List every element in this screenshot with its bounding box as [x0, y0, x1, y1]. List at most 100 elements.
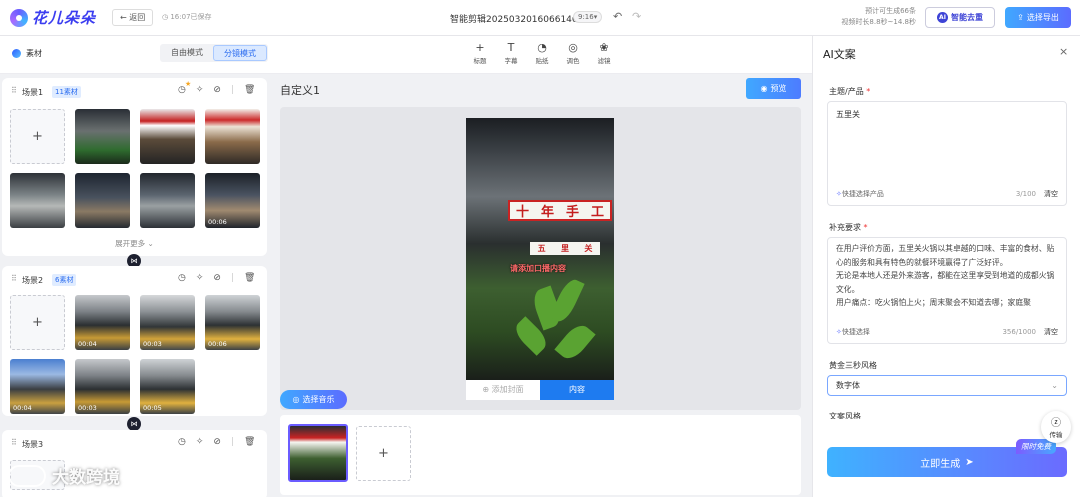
save-status: ◷ 16:07已保存	[162, 12, 212, 22]
preview-button[interactable]: ◉ 预览	[746, 78, 801, 99]
topic-char-count: 3/100	[1015, 190, 1036, 198]
required-mark: *	[863, 223, 868, 232]
trash-icon[interactable]: 🗑	[244, 273, 255, 283]
transfer-button[interactable]: ⓩ 传输	[1041, 411, 1071, 443]
quick-select-product[interactable]: 快捷选择产品	[842, 189, 884, 199]
store-sign: 十 年 手 工	[508, 200, 612, 221]
redo-icon[interactable]: ↷	[632, 10, 641, 23]
scene-title: 场景2	[22, 276, 44, 285]
store-sign-small: 五 里 关	[530, 242, 600, 255]
close-icon[interactable]: ×	[1059, 45, 1068, 58]
transfer-icon: ⓩ	[1051, 418, 1061, 429]
drag-handle-icon[interactable]: ⠿	[11, 438, 17, 447]
panel-title: AI文案	[823, 48, 856, 61]
material-thumbnail[interactable]	[75, 173, 130, 228]
scene-actions: ◷ ✧ ⊘ | 🗑	[178, 273, 255, 283]
preview-stage: 十 年 手 工 五 里 关 请添加口播内容 ⊕ 添加封面 内容	[280, 107, 801, 410]
clip-duration: 00:03	[78, 404, 97, 412]
add-material-button[interactable]: +	[10, 109, 65, 164]
preview-label: 预览	[770, 84, 787, 93]
material-tab[interactable]: 素材	[12, 48, 42, 59]
ai-dedupe-button[interactable]: AI 智能去重	[925, 7, 995, 28]
material-thumbnail[interactable]	[140, 173, 195, 228]
play-icon: ➤	[965, 456, 974, 468]
material-thumbnail[interactable]	[205, 109, 260, 164]
scene-header: ⠿ 场景2 6素材 ◷ ✧ ⊘ | 🗑	[2, 266, 267, 292]
document-title[interactable]: 智能剪辑2025032016066146	[450, 12, 578, 25]
tool-title[interactable]: + 标题	[470, 41, 490, 65]
timer-icon[interactable]: ◷	[178, 273, 186, 283]
select-music-button[interactable]: ◎ 选择音乐	[280, 390, 347, 409]
transfer-label: 传输	[1049, 431, 1063, 439]
trash-icon[interactable]: 🗑	[244, 437, 255, 447]
material-thumbnail[interactable]: 00:06	[205, 173, 260, 228]
copy-style-label: 文案风格	[829, 412, 861, 419]
plus-icon: +	[475, 41, 485, 54]
supplement-input[interactable]: 在用户评价方面，五里关火锅以其卓越的口味、丰富的食材、贴心的服务和具有特色的就餐…	[827, 237, 1067, 344]
plus-icon: +	[378, 446, 389, 461]
app-logo[interactable]: 花儿朵朵	[10, 7, 96, 28]
plus-icon: +	[32, 315, 43, 330]
magic-icon[interactable]: ✧	[196, 437, 204, 447]
tab-add-cover[interactable]: ⊕ 添加封面	[466, 380, 540, 400]
add-clip-button[interactable]: +	[356, 426, 411, 481]
material-thumbnail[interactable]	[10, 173, 65, 228]
magic-icon[interactable]: ✧	[196, 85, 204, 95]
tool-sticker[interactable]: ◔ 贴纸	[532, 41, 552, 65]
voiceover-placeholder[interactable]: 请添加口播内容	[510, 263, 566, 274]
add-material-button[interactable]: +	[10, 295, 65, 350]
sticker-icon: ◔	[537, 41, 547, 54]
material-thumbnail[interactable]: 00:03	[140, 295, 195, 350]
video-preview[interactable]: 十 年 手 工 五 里 关 请添加口播内容 ⊕ 添加封面 内容	[466, 118, 614, 400]
mode-storyboard[interactable]: 分镜模式	[213, 45, 267, 61]
material-thumbnail[interactable]	[140, 109, 195, 164]
tool-color[interactable]: ◎ 调色	[563, 41, 583, 65]
expand-more-link[interactable]: 展开更多 ⌄	[2, 238, 267, 249]
material-thumbnail[interactable]	[75, 109, 130, 164]
material-thumbnail[interactable]: 00:04	[75, 295, 130, 350]
transition-icon[interactable]: ⋈	[127, 417, 141, 431]
divider: |	[230, 437, 234, 447]
scene-title: 场景3	[22, 440, 44, 449]
material-thumbnail[interactable]: 00:04	[10, 359, 65, 414]
material-thumbnail[interactable]: 00:06	[205, 295, 260, 350]
mode-free[interactable]: 自由模式	[161, 45, 213, 61]
filter-icon: ❀	[599, 41, 609, 54]
timeline-clip[interactable]	[288, 424, 348, 482]
export-button[interactable]: ⇪ 选择导出	[1005, 7, 1071, 28]
back-button[interactable]: ← 返回	[112, 9, 154, 26]
timer-icon[interactable]: ◷	[178, 437, 186, 447]
trash-icon[interactable]: 🗑	[244, 85, 255, 95]
material-thumbnail[interactable]: 00:03	[75, 359, 130, 414]
clear-supplement-button[interactable]: 清空	[1044, 327, 1058, 337]
mute-icon[interactable]: ⊘	[213, 437, 221, 447]
quick-select[interactable]: 快捷选择	[842, 327, 870, 337]
music-icon: ◎	[292, 395, 300, 404]
clip-duration: 00:05	[143, 404, 162, 412]
style-select[interactable]: 数字体 ⌄	[827, 375, 1067, 396]
undo-icon[interactable]: ↶	[613, 10, 622, 23]
tool-filter[interactable]: ❀ 滤镜	[594, 41, 614, 65]
aspect-ratio-select[interactable]: 9:16▾	[573, 11, 603, 23]
scene-count-badge: 11素材	[52, 86, 81, 98]
scene-card: ⠿ 场景2 6素材 ◷ ✧ ⊘ | 🗑 + 00:04 00:03 00:06 …	[2, 266, 267, 416]
magic-icon[interactable]: ✧	[196, 273, 204, 283]
mute-icon[interactable]: ⊘	[213, 85, 221, 95]
timer-icon[interactable]: ◷	[178, 85, 186, 95]
scene-thumbnails: + 00:04 00:03 00:06 00:04 00:03 00:05	[10, 295, 260, 414]
sign-char: 手	[565, 205, 579, 220]
drag-handle-icon[interactable]: ⠿	[11, 86, 17, 95]
scenes-panel: ⠿ 场景1 11素材 ★ ◷ ✧ ⊘ | 🗑 + 00:06 展开更多 ⌄ ⋈	[0, 74, 275, 497]
clear-topic-button[interactable]: 清空	[1044, 189, 1058, 199]
required-mark: *	[866, 87, 871, 96]
mute-icon[interactable]: ⊘	[213, 273, 221, 283]
drag-handle-icon[interactable]: ⠿	[11, 274, 17, 283]
supplement-text: 在用户评价方面，五里关火锅以其卓越的口味、丰富的食材、贴心的服务和具有特色的就餐…	[836, 238, 1060, 309]
tab-content[interactable]: 内容	[540, 380, 614, 400]
plus-circle-icon: ⊕	[482, 385, 492, 394]
material-thumbnail[interactable]: 00:05	[140, 359, 195, 414]
topic-input[interactable]: 五里关 ✧ 快捷选择产品 3/100 清空	[827, 101, 1067, 206]
chevron-down-icon: ▾	[593, 13, 598, 21]
tool-subtitle[interactable]: T 字幕	[501, 41, 521, 65]
scene-header: ⠿ 场景1 11素材 ★ ◷ ✧ ⊘ | 🗑	[2, 78, 267, 104]
